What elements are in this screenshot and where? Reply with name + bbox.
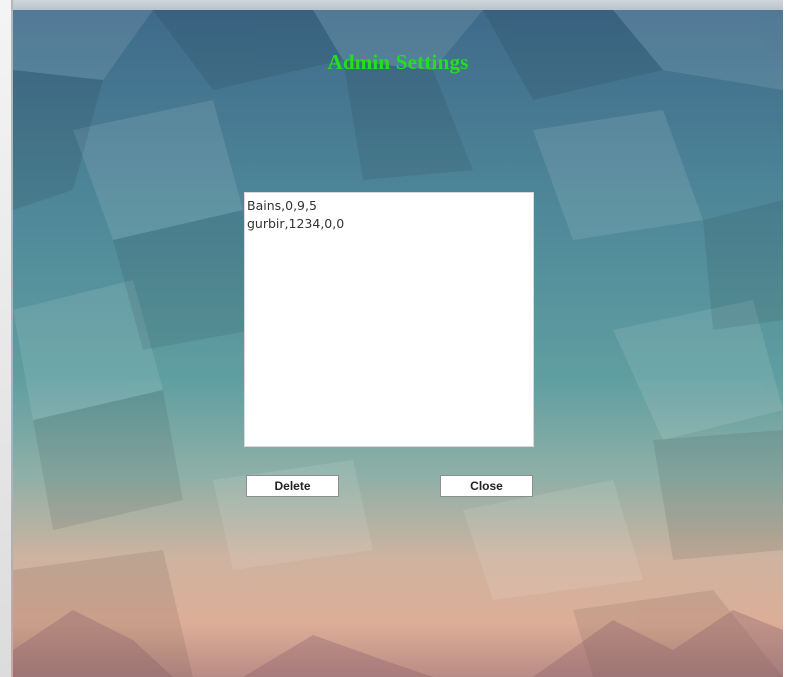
user-listbox[interactable]: Bains,0,9,5 gurbir,1234,0,0: [244, 192, 534, 447]
window-top-frame: [13, 0, 783, 10]
list-item[interactable]: Bains,0,9,5: [247, 197, 531, 215]
admin-settings-window: Admin Settings Bains,0,9,5 gurbir,1234,0…: [0, 0, 789, 677]
list-item[interactable]: gurbir,1234,0,0: [247, 215, 531, 233]
delete-button[interactable]: Delete: [246, 475, 339, 497]
close-button[interactable]: Close: [440, 475, 533, 497]
polygon-background: Admin Settings Bains,0,9,5 gurbir,1234,0…: [13, 10, 783, 677]
window-right-frame: [783, 0, 789, 677]
window-left-frame: [0, 0, 13, 677]
page-title: Admin Settings: [327, 50, 469, 74]
